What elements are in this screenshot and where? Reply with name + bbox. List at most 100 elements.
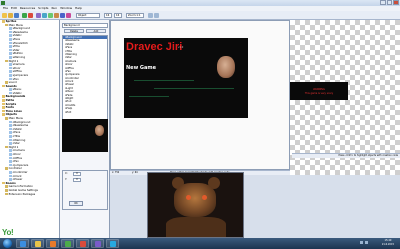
taskbar-chrome[interactable] [61, 239, 74, 248]
warning-sprite[interactable]: WARNING This game is very scary [290, 82, 348, 100]
minimize-icon[interactable] [380, 0, 386, 5]
object-field[interactable]: Object [76, 13, 100, 18]
folder-icon [5, 145, 8, 149]
snap-y-field[interactable]: 16 [114, 13, 122, 18]
taskbar-paint[interactable] [91, 239, 104, 248]
resource-icon [9, 30, 12, 34]
resource-icon [9, 149, 12, 152]
resource-icon [9, 174, 12, 178]
resource-icon [9, 91, 12, 95]
grid-icon[interactable] [148, 13, 153, 18]
close-icon[interactable] [393, 0, 400, 5]
folder-icon [2, 109, 5, 113]
resource-tree[interactable]: Sprites Main Menu sBackground sNewGame sStat… [0, 20, 60, 238]
debug-icon[interactable] [28, 13, 33, 18]
folder-icon [2, 102, 5, 106]
taskbar-ie[interactable] [16, 239, 29, 248]
toolbar: Object 16 16 Zoom:1:1 [0, 11, 400, 20]
zoom-field[interactable]: Zoom:1:1 [126, 13, 144, 18]
y-field[interactable]: 0 [73, 178, 81, 182]
network-icon[interactable] [360, 241, 363, 244]
folder-icon [5, 81, 8, 84]
resource-icon [9, 45, 12, 48]
resource-icon [9, 37, 12, 41]
taskbar-media[interactable] [46, 239, 59, 248]
add-button[interactable]: Add [86, 29, 106, 33]
room-icon[interactable] [66, 13, 71, 18]
folder-icon [2, 106, 5, 109]
folder-icon [2, 99, 5, 102]
taskbar-explorer[interactable] [31, 239, 44, 248]
resource-icon [9, 120, 12, 124]
snap-x-field[interactable]: 16 [104, 13, 112, 18]
folder-icon [5, 192, 8, 196]
folder-icon [2, 95, 5, 99]
bear-head [174, 183, 216, 217]
object-icon[interactable] [60, 13, 65, 18]
clock[interactable]: 15:49 21.6.2015 [382, 239, 394, 247]
save-icon[interactable] [14, 13, 19, 18]
start-button[interactable] [3, 239, 12, 248]
settings-icon[interactable] [154, 13, 159, 18]
sound-icon[interactable] [42, 13, 47, 18]
resource-icon [9, 163, 12, 167]
bear-eye-left [186, 195, 191, 200]
folder-icon [5, 117, 8, 120]
resource-icon [9, 124, 12, 127]
resource-icon [9, 48, 12, 52]
y-row: Y: 0 [63, 177, 107, 183]
open-icon[interactable] [8, 13, 13, 18]
folder-icon [5, 23, 8, 27]
resource-icon [9, 27, 12, 30]
folder-icon [2, 20, 5, 23]
tree-item-label: Extension Packages [8, 192, 36, 196]
object-header[interactable]: Background [62, 23, 108, 28]
warning-text: This game is very scary [304, 92, 334, 95]
resource-icon [9, 52, 12, 55]
script-icon[interactable] [54, 13, 59, 18]
resource-icon [9, 77, 12, 81]
resource-icon [9, 131, 12, 134]
face-sprite[interactable] [217, 56, 235, 78]
resource-icon [9, 63, 12, 66]
run-icon[interactable] [22, 13, 27, 18]
bear-body [166, 217, 226, 237]
game-maker-window: File Edit Resources Scripts Run Window Help Ob… [0, 0, 400, 249]
taskbar-gamemaker[interactable] [76, 239, 89, 248]
ok-button[interactable]: OK [69, 201, 83, 206]
new-game-label[interactable]: New Game [126, 65, 156, 71]
taskbar-skype[interactable] [106, 239, 119, 248]
object-list[interactable]: oBackground oNewGame oStatic oFace oTitle oWa… [62, 35, 108, 125]
tree-item[interactable]: Extension Packages [0, 192, 59, 197]
resource-icon [9, 55, 12, 59]
delete-button[interactable]: Delete [64, 29, 84, 33]
warning-title: WARNING [313, 88, 325, 91]
resource-icon [9, 170, 12, 174]
resource-icon [9, 70, 12, 73]
resource-icon [9, 160, 12, 163]
resource-icon [9, 127, 12, 131]
bear-eye-right [202, 195, 207, 200]
sprite-icon[interactable] [36, 13, 41, 18]
volume-icon[interactable] [365, 241, 368, 244]
x-field[interactable]: 0 [73, 172, 81, 176]
resource-icon [9, 73, 12, 77]
glitch-line [154, 88, 234, 89]
resource-icon [9, 152, 12, 156]
folder-icon [2, 113, 5, 117]
maximize-icon[interactable] [386, 0, 393, 5]
resource-icon [9, 41, 12, 45]
resource-icon [9, 156, 12, 160]
object-list-item[interactable]: oExit [63, 111, 107, 114]
background-icon[interactable] [48, 13, 53, 18]
folder-icon [5, 185, 8, 188]
face-thumb [95, 125, 104, 136]
resource-icon [9, 142, 12, 145]
folder-icon [2, 181, 5, 185]
scene-title: Dravec Jiri [126, 41, 183, 53]
clock-date: 21.6.2015 [381, 243, 394, 246]
new-icon[interactable] [2, 13, 7, 18]
room-scene[interactable]: Dravec Jiri v1.0 New Game [124, 38, 248, 118]
resource-icon [9, 135, 12, 138]
folder-icon [5, 59, 8, 63]
